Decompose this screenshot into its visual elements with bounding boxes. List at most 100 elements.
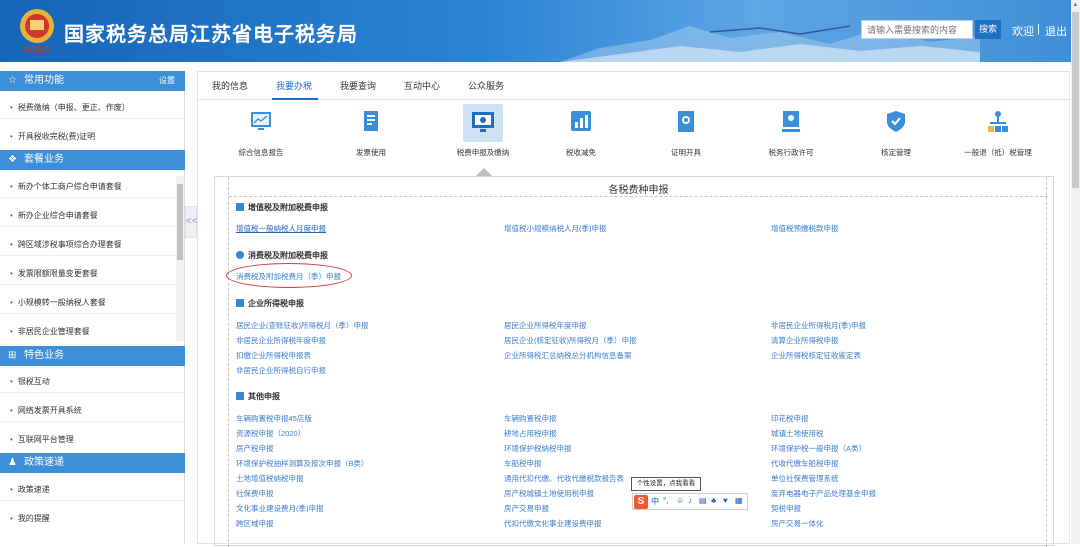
category-refund[interactable]: 一般退（抵）税管理 <box>958 110 1038 158</box>
panel-title: 各税费种申报 <box>608 185 669 196</box>
scroll-up-arrow-icon[interactable]: ▲ <box>1071 2 1080 10</box>
active-tab-indicator <box>272 98 318 100</box>
sidebar-item[interactable]: 政策速递 <box>0 484 185 495</box>
other-link[interactable]: 房产税申报 <box>236 443 274 454</box>
cit-link[interactable]: 企业所得税核定征收鉴定表 <box>771 350 861 361</box>
cit-link[interactable]: 居民企业(核定征收)所得税月（季）申报 <box>504 335 637 346</box>
menu-grid-icon[interactable]: ▦ <box>735 496 743 505</box>
scrollbar-thumb[interactable] <box>1072 12 1079 188</box>
other-link[interactable]: 通用代扣代缴、代收代缴税款报告表 <box>504 473 624 484</box>
other-link[interactable]: 车辆购置税申报 <box>504 413 557 424</box>
cit-link[interactable]: 非居民企业所得税年度申报 <box>236 335 326 346</box>
other-link[interactable]: 车船税申报 <box>504 458 542 469</box>
divider <box>0 500 185 501</box>
other-link[interactable]: 跨区域申报 <box>236 518 274 529</box>
punctuation-icon[interactable]: °, <box>663 496 668 505</box>
sidebar-item[interactable]: 网络发票开具系统 <box>0 405 185 416</box>
grid-icon <box>236 392 244 400</box>
other-link[interactable]: 车辆购置税申报45店版 <box>236 413 312 424</box>
link-vat-prepaid[interactable]: 增值税预缴税款申报 <box>771 223 839 234</box>
skin-icon[interactable]: ♥ <box>723 496 728 505</box>
toolbox-icon[interactable]: ♣ <box>711 496 716 505</box>
sidebar-item[interactable]: 小规模转一般纳税人套餐 <box>0 297 185 308</box>
sidebar-item[interactable]: 发票限额限量变更套餐 <box>0 268 185 279</box>
sidebar-collapse-button[interactable]: << <box>185 206 198 238</box>
sidebar-item[interactable]: 税费缴纳（申报、更正、作废） <box>0 102 185 113</box>
other-link[interactable]: 房产交易一体化 <box>771 518 824 529</box>
logout-link[interactable]: 退出 <box>1045 23 1067 39</box>
sidebar-item[interactable]: 开具税收完税(费)证明 <box>0 131 185 142</box>
sidebar-item[interactable]: 新办企业综合申请套餐 <box>0 210 185 221</box>
cit-link[interactable]: 居民企业(查账征收)所得税月（季）申报 <box>236 320 369 331</box>
other-link[interactable]: 单位社保费管理系统 <box>771 473 839 484</box>
welcome-link[interactable]: 欢迎 <box>1012 23 1034 39</box>
cit-link[interactable]: 企业所得税汇总纳税总分机构信息备案 <box>504 350 632 361</box>
sidebar-item[interactable]: 跨区域涉税事项综合办理套餐 <box>0 239 185 250</box>
page-scrollbar[interactable]: ▲ <box>1071 0 1080 544</box>
group-title: 消费税及附加税费申报 <box>248 251 328 260</box>
other-link[interactable]: 废弃电器电子产品处理基金申报 <box>771 488 876 499</box>
other-link[interactable]: 房产税城镇土地使用税申报 <box>504 488 594 499</box>
search-button[interactable]: 搜索 <box>975 20 1001 39</box>
category-admin-license[interactable]: 税务行政许可 <box>751 110 831 158</box>
sidebar-item[interactable]: 银税互动 <box>0 376 185 387</box>
sidebar-item[interactable]: 新办个体工商户综合申请套餐 <box>0 181 185 192</box>
settings-link[interactable]: 设置 <box>159 71 175 91</box>
sidebar-item[interactable]: 互联网平台管理 <box>0 434 185 445</box>
other-link[interactable]: 资源税申报（2020） <box>236 428 305 439</box>
tab-public-service[interactable]: 公众服务 <box>468 79 504 92</box>
tab-query[interactable]: 我要查询 <box>340 79 376 92</box>
red-highlight-circle <box>226 263 352 288</box>
sidebar-section-featured[interactable]: ⊞ 特色业务 <box>0 346 185 366</box>
link-vat-general[interactable]: 增值税一般纳税人月度申报 <box>236 223 326 234</box>
category-general-report[interactable]: 综合信息报告 <box>221 110 301 158</box>
cit-link[interactable]: 清算企业所得税申报 <box>771 335 839 346</box>
category-tax-reduction[interactable]: 税收减免 <box>541 110 621 158</box>
ime-toolbar[interactable]: S 中 °, ☺ ♪ ▤ ♣ ♥ ▦ <box>632 493 748 510</box>
other-link[interactable]: 代扣代缴文化事业建设费申报 <box>504 518 602 529</box>
sidebar-section-common[interactable]: ☆ 常用功能 设置 <box>0 71 185 91</box>
link-vat-small[interactable]: 增值税小规模纳税人月(季)申报 <box>504 223 607 234</box>
cit-link[interactable]: 非居民企业所得税自行申报 <box>236 365 326 376</box>
tab-do-tax[interactable]: 我要办税 <box>276 79 312 92</box>
microphone-icon[interactable]: ♪ <box>688 496 692 505</box>
sogou-logo-icon[interactable]: S <box>634 495 648 509</box>
divider <box>0 284 185 285</box>
divider <box>229 196 1048 197</box>
chart-monitor-icon <box>251 112 271 130</box>
other-link[interactable]: 房产交易申报 <box>504 503 549 514</box>
other-link[interactable]: 环境保护税纳税申报 <box>504 443 572 454</box>
other-link[interactable]: 土地增值税纳税申报 <box>236 473 304 484</box>
category-invoice[interactable]: 发票使用 <box>331 110 411 158</box>
scrollbar-thumb[interactable] <box>177 184 183 260</box>
keyboard-icon[interactable]: ▤ <box>699 496 707 505</box>
tab-interaction[interactable]: 互动中心 <box>404 79 440 92</box>
category-tax-filing[interactable]: 税费申报及缴纳 <box>443 110 523 158</box>
sidebar-item[interactable]: 我的提醒 <box>0 513 185 524</box>
other-link[interactable]: 契税申报 <box>771 503 801 514</box>
sidebar-section-policy[interactable]: ♟ 政策速递 <box>0 453 185 473</box>
other-link[interactable]: 印花税申报 <box>771 413 809 424</box>
other-link[interactable]: 代收代缴车船税申报 <box>771 458 839 469</box>
other-link[interactable]: 环境保护税抽样测算及按次申报（B类） <box>236 458 369 469</box>
group-consumption: 消费税及附加税费申报 <box>236 250 328 261</box>
cit-link[interactable]: 居民企业所得税年度申报 <box>504 320 587 331</box>
other-link[interactable]: 城镇土地使用税 <box>771 428 824 439</box>
other-link[interactable]: 环境保护税一般申报（A类） <box>771 443 866 454</box>
monitor-icon <box>472 112 494 132</box>
cit-link[interactable]: 非居民企业所得税月(季)申报 <box>771 320 866 331</box>
other-link[interactable]: 耕地占用税申报 <box>504 428 557 439</box>
sidebar-item[interactable]: 非居民企业管理套餐 <box>0 326 185 337</box>
category-certificate[interactable]: 证明开具 <box>646 110 726 158</box>
tab-my-info[interactable]: 我的信息 <box>212 79 248 92</box>
sidebar-section-packages[interactable]: ❖ 套餐业务 <box>0 150 185 170</box>
search-input[interactable] <box>861 20 973 39</box>
other-link[interactable]: 社保费申报 <box>236 488 274 499</box>
other-link[interactable]: 文化事业建设费月(季)申报 <box>236 503 324 514</box>
emoji-icon[interactable]: ☺ <box>676 496 684 505</box>
group-title: 其他申报 <box>248 392 280 401</box>
sidebar-scrollbar[interactable] <box>176 176 184 341</box>
cit-link[interactable]: 扣缴企业所得税申报表 <box>236 350 311 361</box>
category-assessment[interactable]: 核定管理 <box>856 110 936 158</box>
ime-mode-toggle[interactable]: 中 <box>651 496 659 507</box>
